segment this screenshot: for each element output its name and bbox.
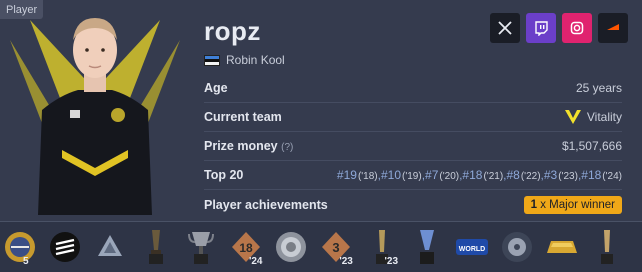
real-name: Robin Kool <box>226 53 285 67</box>
instagram-icon[interactable] <box>562 13 592 43</box>
top20-entry[interactable]: ,#10('19) <box>378 168 422 182</box>
statuette-trophy-icon[interactable]: '23 <box>362 222 402 272</box>
dark-cup-trophy-icon[interactable] <box>136 222 176 272</box>
trophy-shelf: 5 18 '24 3 '23 '23 WORLD <box>0 221 642 272</box>
prize-hint[interactable]: (?) <box>281 142 293 153</box>
trophy-year: '23 <box>384 256 399 267</box>
player-photo <box>0 0 190 215</box>
age-value: 25 years <box>575 81 622 95</box>
trophy-gold-medal-icon[interactable]: 5 <box>0 222 40 272</box>
bronze-badge-18-icon[interactable]: 18 '24 <box>226 222 266 272</box>
gold-bar-icon[interactable] <box>542 222 582 272</box>
player-card: Player ropz Robin Kool Age 25 years Curr… <box>0 0 642 272</box>
silver-cup-trophy-icon[interactable] <box>181 222 221 272</box>
team-value: Vitality <box>586 110 622 124</box>
trophy-year: '23 <box>339 256 353 267</box>
achievements-row: Player achievements 1 x Major winner <box>204 190 622 219</box>
svg-text:3: 3 <box>333 240 340 255</box>
age-row: Age 25 years <box>204 74 622 103</box>
prize-label: Prize money (?) <box>204 139 294 153</box>
top20-entry[interactable]: ,#18('24) <box>578 168 622 182</box>
top20-entry[interactable]: ,#18('21) <box>459 168 503 182</box>
player-nickname: ropz <box>204 16 261 46</box>
top20-entry[interactable]: #19('18) <box>337 168 378 182</box>
player-info-table: Age 25 years Current team Vitality Prize… <box>204 74 622 219</box>
svg-text:18: 18 <box>239 241 253 255</box>
bronze-badge-3-icon[interactable]: 3 '23 <box>316 222 356 272</box>
team-row: Current team Vitality <box>204 103 622 132</box>
age-label: Age <box>204 81 228 95</box>
achievements-label: Player achievements <box>204 197 328 212</box>
blast-disc-icon[interactable] <box>497 222 537 272</box>
thunderpick-world-icon[interactable]: WORLD <box>452 222 492 272</box>
team-link[interactable]: Vitality <box>564 110 622 124</box>
blue-statuette-trophy-icon[interactable] <box>407 222 447 272</box>
trophy-count: 5 <box>23 256 29 267</box>
prize-row: Prize money (?) $1,507,666 <box>204 132 622 161</box>
estonia-flag-icon <box>204 54 220 66</box>
top20-list: #19('18) ,#10('19) ,#7('20) ,#18('21) ,#… <box>337 168 622 182</box>
top20-entry[interactable]: ,#7('20) <box>422 168 459 182</box>
vitality-logo-icon <box>564 110 581 124</box>
player-tag: Player <box>0 0 44 19</box>
faceit-icon[interactable] <box>598 13 628 43</box>
iem-logo-icon[interactable] <box>90 222 130 272</box>
team-label: Current team <box>204 110 282 124</box>
esl-logo-icon[interactable] <box>45 222 85 272</box>
top20-row: Top 20 #19('18) ,#10('19) ,#7('20) ,#18(… <box>204 161 622 190</box>
social-links <box>490 13 628 43</box>
twitch-icon[interactable] <box>526 13 556 43</box>
real-name-row: Robin Kool <box>204 53 285 67</box>
x-icon[interactable] <box>490 13 520 43</box>
top20-entry[interactable]: ,#8('22) <box>503 168 540 182</box>
svg-text:WORLD: WORLD <box>459 246 485 253</box>
major-winner-badge[interactable]: 1 x Major winner <box>523 195 622 214</box>
top20-label: Top 20 <box>204 168 244 182</box>
silver-medal-icon[interactable] <box>271 222 311 272</box>
prize-value: $1,507,666 <box>561 139 622 153</box>
trophy-year: '24 <box>248 256 263 267</box>
top20-entry[interactable]: ,#3('23) <box>541 168 578 182</box>
award-trophy-icon[interactable] <box>587 222 627 272</box>
